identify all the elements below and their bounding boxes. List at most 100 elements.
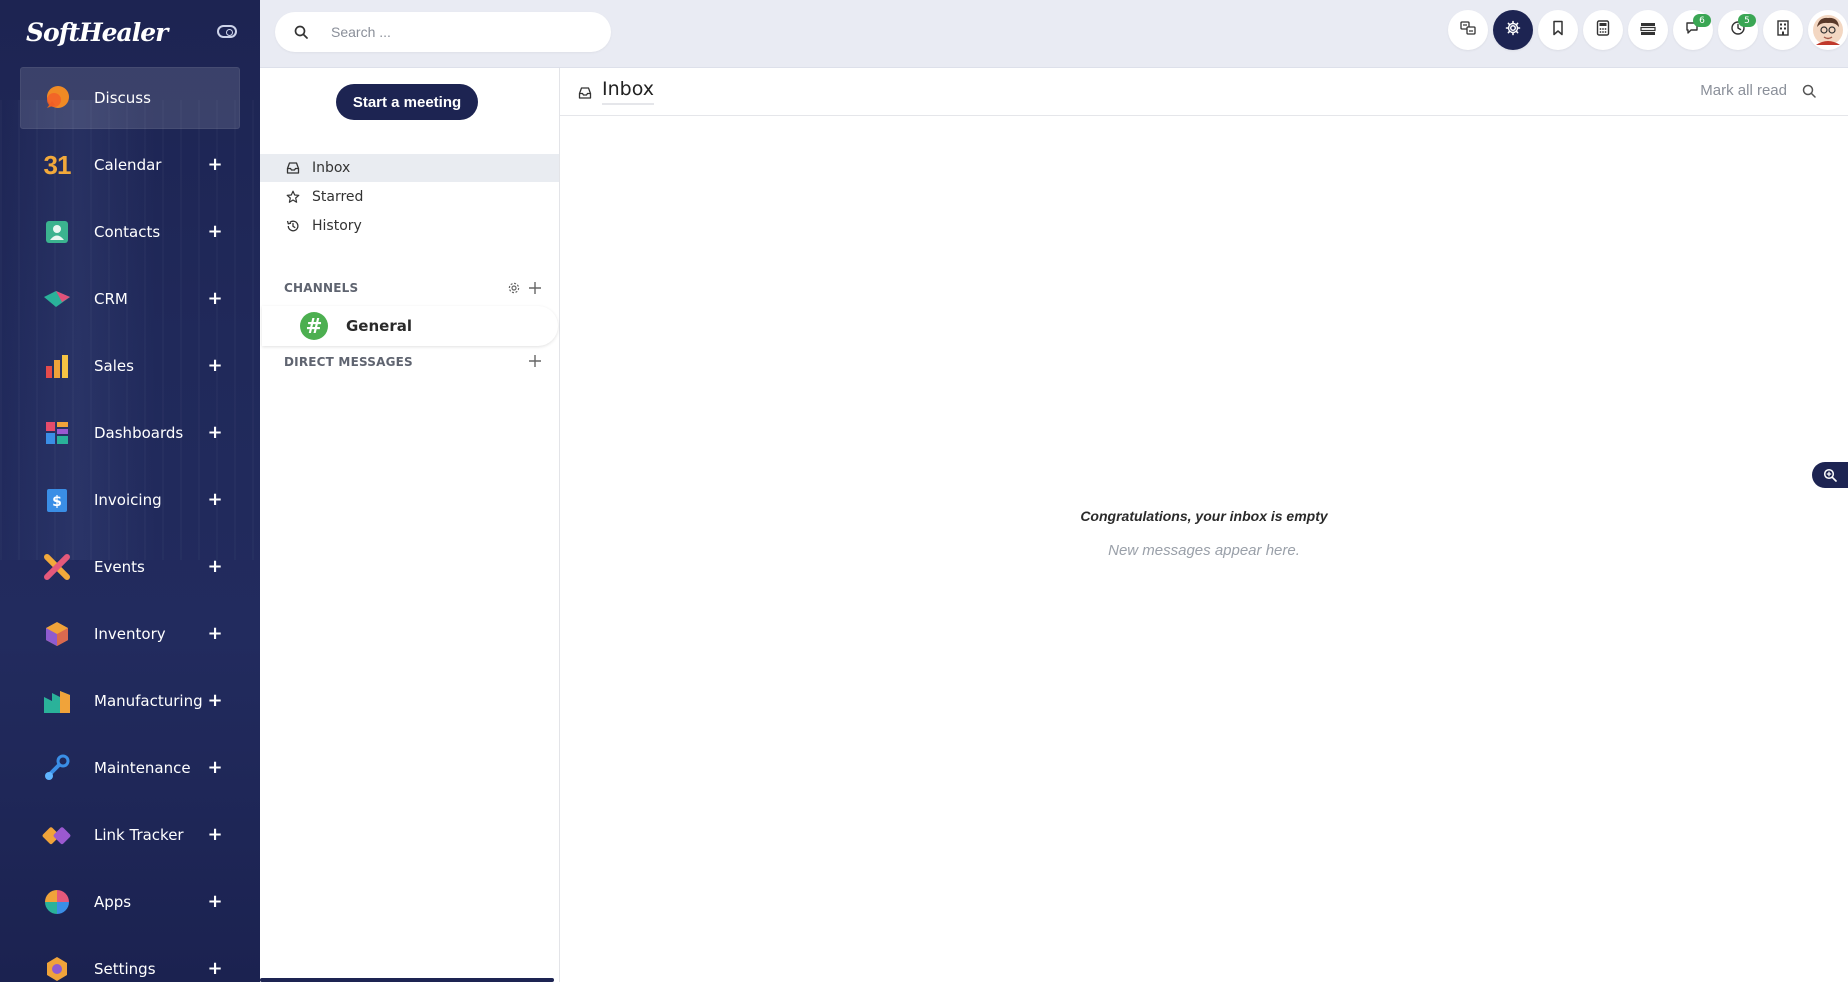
user-avatar[interactable]	[1808, 10, 1848, 50]
sidebar-item-label: Apps	[94, 893, 132, 911]
sidebar-item-maintenance[interactable]: Maintenance +	[20, 737, 240, 799]
messages-button[interactable]: 6	[1673, 10, 1713, 50]
channels-heading: CHANNELS	[284, 281, 359, 295]
add-manufacturing-button[interactable]: +	[206, 692, 224, 710]
sidebar-item-discuss[interactable]: Discuss	[20, 67, 240, 129]
sidebar-item-contacts[interactable]: Contacts +	[20, 201, 240, 263]
bookmark-button[interactable]	[1538, 10, 1578, 50]
search-messages-button[interactable]	[1802, 83, 1818, 99]
sidebar-item-apps[interactable]: Apps +	[20, 871, 240, 933]
sidebar-item-inventory[interactable]: Inventory +	[20, 603, 240, 665]
channel-hash-icon: #	[300, 312, 328, 340]
mark-all-read-button[interactable]: Mark all read	[1700, 82, 1787, 99]
sidebar-item-label: Sales	[94, 357, 134, 375]
add-crm-button[interactable]: +	[206, 290, 224, 308]
direct-messages-heading: DIRECT MESSAGES	[284, 355, 413, 369]
sidebar-item-label: Invoicing	[94, 491, 162, 509]
top-icons: 6 5	[1443, 10, 1848, 52]
language-button[interactable]	[1448, 10, 1488, 50]
sidebar-toggle-button[interactable]	[216, 22, 238, 40]
add-direct-message-button[interactable]	[528, 354, 542, 368]
star-icon	[286, 190, 300, 204]
add-events-button[interactable]: +	[206, 558, 224, 576]
sales-icon	[42, 351, 72, 381]
add-inventory-button[interactable]: +	[206, 625, 224, 643]
nav-item-label: History	[312, 218, 362, 234]
inbox-icon	[578, 85, 592, 99]
add-channel-button[interactable]	[528, 281, 542, 295]
sidebar-item-link-tracker[interactable]: Link Tracker +	[20, 804, 240, 866]
app-root: SoftHealer Discuss 31 Calendar + Contact…	[0, 0, 1848, 982]
sidebar-item-label: Calendar	[94, 156, 162, 174]
sidebar-item-invoicing[interactable]: $ Invoicing +	[20, 469, 240, 531]
horizontal-scrollbar[interactable]	[260, 978, 554, 982]
sidebar-item-sales[interactable]: Sales +	[20, 335, 240, 397]
add-maintenance-button[interactable]: +	[206, 759, 224, 777]
inbox-icon	[286, 161, 300, 175]
channel-item-general[interactable]: # General	[262, 306, 558, 346]
nav-item-label: Starred	[312, 189, 364, 205]
nav-item-history[interactable]: History	[260, 212, 559, 240]
sidebar-item-dashboards[interactable]: Dashboards +	[20, 402, 240, 464]
add-calendar-button[interactable]: +	[206, 156, 224, 174]
dashboards-icon	[42, 418, 72, 448]
add-apps-button[interactable]: +	[206, 893, 224, 911]
manufacturing-icon	[42, 686, 72, 716]
settings-icon	[42, 954, 72, 982]
calculator-button[interactable]	[1583, 10, 1623, 50]
add-sales-button[interactable]: +	[206, 357, 224, 375]
add-settings-button[interactable]: +	[206, 960, 224, 978]
plus-icon	[529, 355, 541, 367]
building-icon	[1776, 20, 1790, 40]
app-sidebar: SoftHealer Discuss 31 Calendar + Contact…	[0, 0, 260, 982]
avatar-icon	[1813, 15, 1843, 45]
gear-icon	[1505, 20, 1521, 40]
plus-icon	[529, 282, 541, 294]
messages-badge: 6	[1693, 14, 1711, 27]
sidebar-item-settings[interactable]: Settings +	[20, 938, 240, 982]
sidebar-item-manufacturing[interactable]: Manufacturing +	[20, 670, 240, 732]
maintenance-icon	[42, 753, 72, 783]
svg-text:$: $	[52, 494, 62, 510]
nav-item-label: Inbox	[312, 160, 351, 176]
link-tracker-icon	[42, 820, 72, 850]
channel-settings-button[interactable]	[507, 281, 521, 295]
activities-button[interactable]: 5	[1718, 10, 1758, 50]
list-button[interactable]	[1628, 10, 1668, 50]
calendar-day-number: 31	[43, 149, 72, 180]
brand-logo[interactable]: SoftHealer	[26, 14, 168, 50]
add-contacts-button[interactable]: +	[206, 223, 224, 241]
zoom-button[interactable]	[1812, 462, 1848, 488]
start-meeting-button[interactable]: Start a meeting	[336, 84, 478, 120]
zoom-in-icon	[1823, 468, 1837, 482]
top-bar: 6 5	[260, 0, 1848, 68]
events-icon	[42, 552, 72, 582]
sidebar-item-label: Contacts	[94, 223, 161, 241]
nav-item-inbox[interactable]: Inbox	[260, 154, 559, 182]
settings-button[interactable]	[1493, 10, 1533, 50]
empty-state-subtitle: New messages appear here.	[1108, 542, 1300, 559]
sidebar-item-label: Settings	[94, 960, 156, 978]
search-icon	[1802, 84, 1816, 98]
search-input[interactable]	[331, 24, 591, 40]
calendar-icon: 31	[42, 150, 72, 180]
apps-icon	[42, 887, 72, 917]
sidebar-item-label: Manufacturing	[94, 692, 203, 710]
sidebar-item-events[interactable]: Events +	[20, 536, 240, 598]
discuss-sidebar: Start a meeting Inbox Starred History CH…	[260, 68, 560, 982]
add-dashboards-button[interactable]: +	[206, 424, 224, 442]
invoicing-icon: $	[42, 485, 72, 515]
thread-header: Inbox Mark all read	[560, 68, 1848, 116]
add-invoicing-button[interactable]: +	[206, 491, 224, 509]
sidebar-item-calendar[interactable]: 31 Calendar +	[20, 134, 240, 196]
nav-item-starred[interactable]: Starred	[260, 183, 559, 211]
add-link-tracker-button[interactable]: +	[206, 826, 224, 844]
sidebar-item-label: Events	[94, 558, 145, 576]
calculator-icon	[1596, 20, 1610, 40]
crm-icon	[42, 284, 72, 314]
sidebar-item-label: CRM	[94, 290, 128, 308]
sidebar-item-crm[interactable]: CRM +	[20, 268, 240, 330]
company-button[interactable]	[1763, 10, 1803, 50]
history-icon	[286, 219, 300, 233]
sidebar-item-label: Inventory	[94, 625, 166, 643]
